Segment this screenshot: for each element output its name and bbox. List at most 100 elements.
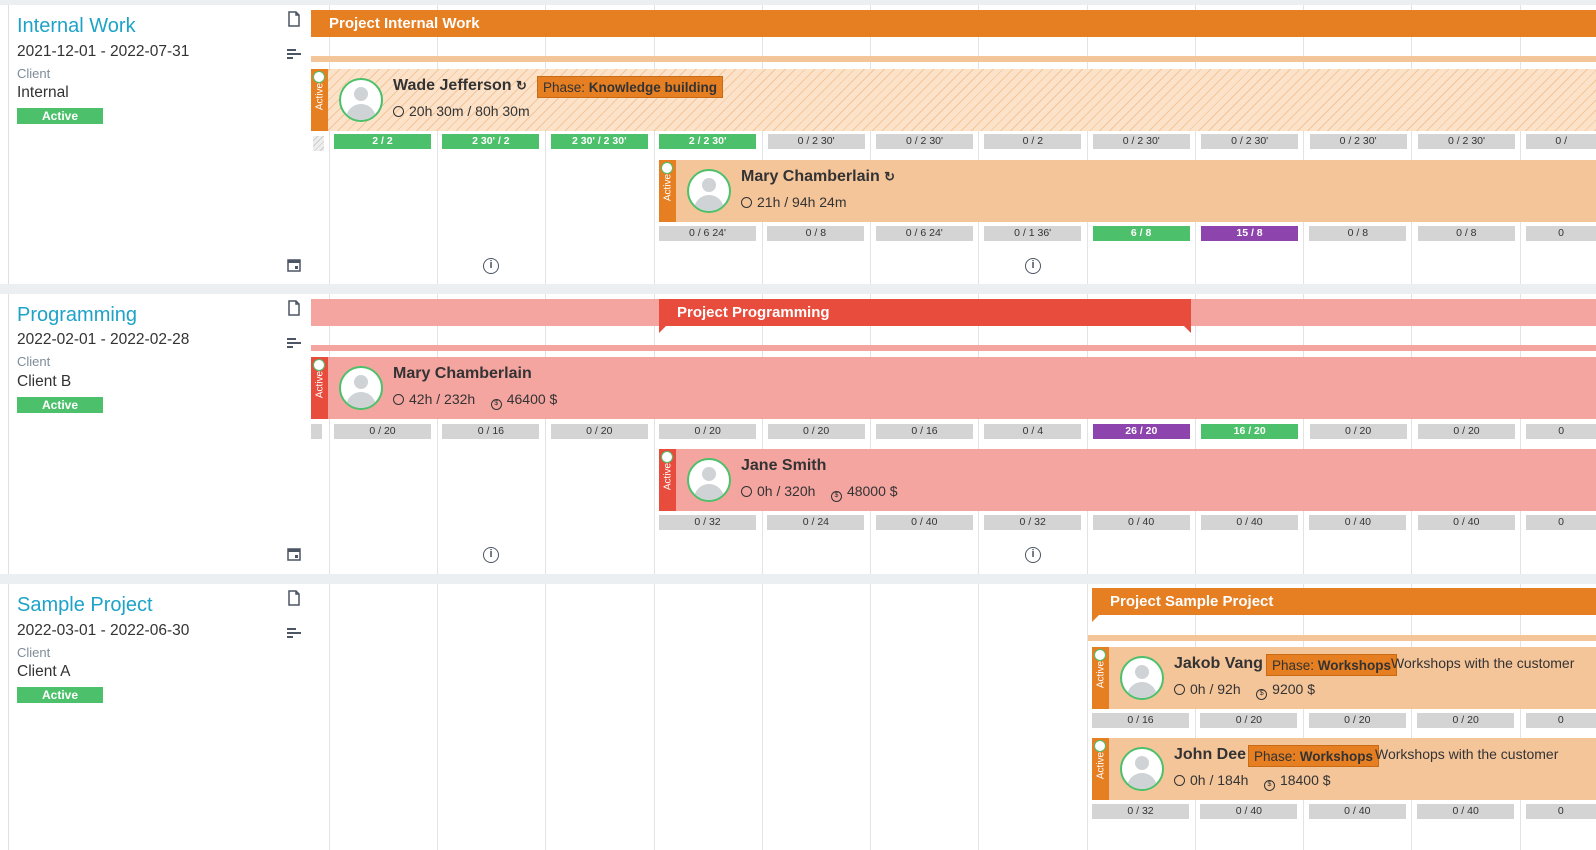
status-badge: Active: [17, 397, 103, 413]
bar-flags: [659, 325, 1191, 333]
info-icon[interactable]: i: [483, 258, 499, 274]
avatar: [687, 458, 731, 502]
allocation-cell[interactable]: 0 / 20: [659, 424, 757, 439]
project-progress-bar: [311, 56, 1596, 62]
assignment-description: Workshops with the customer: [1391, 655, 1575, 671]
allocation-cell[interactable]: 0 / 2 30': [1201, 134, 1299, 149]
allocation-cell[interactable]: 0 / 40: [1308, 804, 1406, 819]
status-badge: Active: [17, 687, 103, 703]
project-bar[interactable]: Project Programming: [659, 299, 1191, 326]
allocation-cell[interactable]: 0 / 40: [1200, 804, 1298, 819]
allocation-cell[interactable]: 2 30' / 2 30': [550, 134, 648, 149]
allocation-cell[interactable]: 0: [1526, 515, 1596, 530]
coin-icon: $: [830, 491, 842, 502]
allocation-cell[interactable]: 0 / 8: [1309, 226, 1407, 241]
allocation-cell[interactable]: 0 / 6 24': [659, 226, 756, 241]
allocation-cell[interactable]: 0 / 8: [1417, 226, 1515, 241]
allocation-cell[interactable]: 16 / 20: [1201, 424, 1299, 439]
assignment-bar[interactable]: Active Wade Jefferson ↻ 20h 30m / 80h 30…: [311, 69, 1596, 131]
hours-stats: 42h / 232h $46400 $: [393, 391, 557, 410]
allocation-cell[interactable]: 0 / 16: [442, 424, 540, 439]
document-icon[interactable]: [286, 11, 302, 27]
clock-icon: [741, 197, 752, 208]
allocation-cell[interactable]: 0 / 2 30': [1092, 134, 1190, 149]
assignment-bar[interactable]: Active Jakob Vang 0h / 92h $9200 $ Phase…: [1092, 647, 1596, 709]
gantt-icon[interactable]: [286, 625, 302, 641]
assignment-bar[interactable]: Active Jane Smith 0h / 320h $48000 $: [659, 449, 1596, 511]
allocation-cell[interactable]: 0 / 6 24': [875, 226, 973, 241]
project-name[interactable]: Programming: [17, 304, 137, 327]
allocation-cell[interactable]: 0: [1525, 713, 1596, 728]
assignment-bar[interactable]: Active Mary Chamberlain ↻ 21h / 94h 24m: [659, 160, 1596, 222]
assignment-bar[interactable]: Active Mary Chamberlain 42h / 232h $4640…: [311, 357, 1596, 419]
hours-stats: 21h / 94h 24m: [741, 194, 847, 210]
calendar-icon[interactable]: [286, 546, 302, 562]
phase-badge: Phase: Workshops: [1266, 654, 1398, 676]
allocation-cell[interactable]: 0 / 40: [1201, 515, 1298, 530]
allocation-cell[interactable]: 0 / 2: [984, 134, 1082, 149]
allocation-cell[interactable]: 0 / 40: [1417, 804, 1515, 819]
allocation-cell[interactable]: 0 / 2 30': [876, 134, 973, 149]
document-icon[interactable]: [286, 590, 302, 606]
allocation-cell[interactable]: 0 / 2 30': [1418, 134, 1515, 149]
client-label: Client: [17, 66, 51, 81]
allocation-cell[interactable]: 0: [1526, 226, 1596, 241]
calendar-icon[interactable]: [286, 257, 302, 273]
allocation-cell[interactable]: 0: [1525, 804, 1596, 819]
allocation-cell[interactable]: 0 / 40: [875, 515, 973, 530]
allocation-cell[interactable]: 0 / 20: [1417, 713, 1515, 728]
allocation-cell[interactable]: 0 / 20: [1309, 424, 1407, 439]
allocation-cell[interactable]: 2 / 2: [334, 134, 431, 149]
gantt-icon[interactable]: [286, 335, 302, 351]
hours-stats: 20h 30m / 80h 30m: [393, 103, 530, 119]
project-name[interactable]: Sample Project: [17, 594, 153, 617]
info-icon[interactable]: i: [1025, 258, 1041, 274]
allocation-cell[interactable]: 6 / 8: [1092, 226, 1190, 241]
allocation-cell[interactable]: 0 / 8: [767, 226, 865, 241]
project-name[interactable]: Internal Work: [17, 15, 136, 38]
allocation-cell[interactable]: 0 / 16: [1092, 713, 1189, 728]
allocation-cell[interactable]: 0 / 1 36': [984, 226, 1082, 241]
timeline-grid: Project Sample Project Active Jakob Vang…: [311, 584, 1596, 850]
allocation-cell[interactable]: 0 / 40: [1417, 515, 1515, 530]
avatar: [339, 366, 383, 410]
project-bar[interactable]: Project Internal Work: [311, 10, 1596, 37]
status-strip: Active: [659, 449, 676, 511]
project-dates: 2022-03-01 - 2022-06-30: [17, 622, 190, 639]
allocation-cell[interactable]: 0 / 20: [550, 424, 648, 439]
allocation-cell[interactable]: 0 / 32: [1092, 804, 1189, 819]
gantt-icon[interactable]: [286, 46, 302, 62]
assignment-bar[interactable]: Active John Dee 0h / 184h $18400 $ Phase…: [1092, 738, 1596, 800]
allocation-cell[interactable]: 0 / 16: [876, 424, 973, 439]
project-bar[interactable]: Project Sample Project: [1092, 588, 1596, 615]
allocation-cell[interactable]: 26 / 20: [1092, 424, 1190, 439]
allocation-cell[interactable]: 0 / 2 30': [767, 134, 865, 149]
allocation-cell[interactable]: 0 / 20: [767, 424, 865, 439]
allocation-cell[interactable]: 0 / 32: [659, 515, 756, 530]
allocation-cell[interactable]: 0 / 20: [1200, 713, 1298, 728]
allocation-cell[interactable]: 2 30' / 2: [442, 134, 540, 149]
allocation-cell[interactable]: 0 / 32: [984, 515, 1082, 530]
hours-stats: 0h / 184h $18400 $: [1174, 772, 1331, 791]
allocation-cell[interactable]: 0 / 40: [1309, 515, 1407, 530]
project-progress-bar: [311, 345, 1596, 351]
allocation-cell[interactable]: 0 / 20: [1308, 713, 1406, 728]
allocation-cell[interactable]: 0 / 20: [1418, 424, 1515, 439]
allocation-cell[interactable]: 15 / 8: [1201, 226, 1298, 241]
allocation-cell[interactable]: 0 / 2 30': [1309, 134, 1407, 149]
info-icon[interactable]: i: [1025, 547, 1041, 563]
allocation-cell[interactable]: 0: [1526, 424, 1596, 439]
status-strip: Active: [311, 357, 328, 419]
document-icon[interactable]: [286, 300, 302, 316]
allocation-cell[interactable]: 0 /: [1526, 134, 1596, 149]
allocation-cell[interactable]: 0 / 20: [334, 424, 431, 439]
info-icon[interactable]: i: [483, 547, 499, 563]
assignment-description: Workshops with the customer: [1375, 746, 1559, 762]
allocation-cell[interactable]: 2 / 2 30': [659, 134, 757, 149]
client-label: Client: [17, 354, 51, 369]
allocation-cell[interactable]: 0 / 4: [984, 424, 1082, 439]
bar-flag: [1092, 614, 1100, 622]
allocation-cell[interactable]: 0 / 24: [767, 515, 865, 530]
avatar: [1120, 747, 1164, 791]
allocation-cell[interactable]: 0 / 40: [1092, 515, 1190, 530]
